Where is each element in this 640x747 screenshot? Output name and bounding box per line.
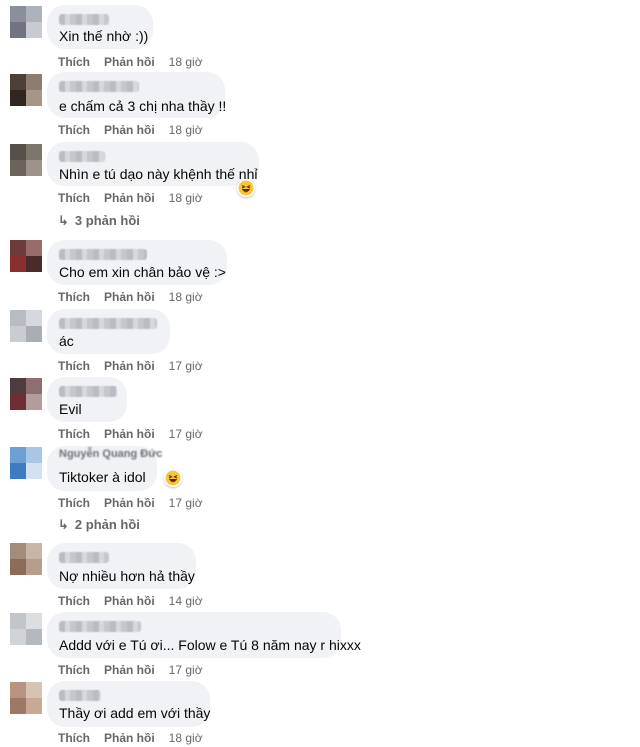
reply-button[interactable]: Phản hồi	[104, 427, 155, 441]
comment-bubble: e chấm cả 3 chị nha thầy !!	[47, 72, 227, 118]
like-button[interactable]: Thích	[58, 594, 90, 608]
avatar[interactable]	[10, 378, 42, 410]
reply-button[interactable]: Phản hồi	[104, 191, 155, 205]
comment-actions: Thích Phản hồi 17 giờ	[58, 427, 203, 441]
avatar[interactable]	[10, 682, 42, 714]
comment-timestamp[interactable]: 17 giờ	[169, 427, 203, 441]
comment-text: e chấm cả 3 chị nha thầy !!	[59, 98, 227, 114]
like-button[interactable]: Thích	[58, 731, 90, 745]
reply-button[interactable]: Phản hồi	[104, 290, 155, 304]
comment-timestamp[interactable]: 17 giờ	[169, 663, 203, 677]
reply-button[interactable]: Phản hồi	[104, 55, 155, 69]
avatar[interactable]	[10, 144, 42, 176]
commenter-name-blurred[interactable]	[59, 249, 147, 260]
comment-timestamp[interactable]: 18 giờ	[169, 731, 203, 745]
comment-timestamp[interactable]: 18 giờ	[169, 123, 203, 137]
comment-actions: Thích Phản hồi 17 giờ	[58, 359, 203, 373]
comment-actions: Thích Phản hồi 14 giờ	[58, 594, 203, 608]
commenter-name-blurred[interactable]	[59, 14, 109, 25]
comment-timestamp[interactable]: 18 giờ	[169, 290, 203, 304]
commenter-name-blurred[interactable]	[59, 386, 117, 397]
like-button[interactable]: Thích	[58, 359, 90, 373]
comment-actions: Thích Phản hồi 18 giờ	[58, 123, 203, 137]
comment-bubble: Xin thế nhờ :))	[47, 5, 153, 49]
reply-button[interactable]: Phản hồi	[104, 496, 155, 510]
commenter-name-blurred[interactable]	[59, 621, 141, 632]
like-button[interactable]: Thích	[58, 663, 90, 677]
comment-bubble: Thầy ơi add em với thầy	[47, 681, 210, 727]
commenter-name-blurred[interactable]	[59, 81, 139, 92]
comment-text: Cho em xin chân bảo vệ :>	[59, 264, 226, 280]
comment-actions: Thích Phản hồi 18 giờ	[58, 290, 203, 304]
avatar[interactable]	[10, 543, 42, 575]
reply-button[interactable]: Phản hồi	[104, 123, 155, 137]
like-button[interactable]: Thích	[58, 123, 90, 137]
comment-text: Nợ nhiều hơn hả thầy	[59, 568, 195, 584]
commenter-name-blurred[interactable]	[59, 318, 157, 329]
avatar[interactable]	[10, 6, 42, 38]
reply-button[interactable]: Phản hồi	[104, 359, 155, 373]
avatar[interactable]	[10, 447, 42, 479]
comment-text: Nhìn e tú dạo này khệnh thế nhỉ	[59, 166, 258, 182]
comment-bubble: Nợ nhiều hơn hả thầy	[47, 543, 196, 589]
reply-arrow-icon: ↳	[58, 213, 69, 228]
comment-bubble: ác	[47, 309, 170, 354]
comment-bubble: Evil	[47, 377, 127, 422]
commenter-name-blurred[interactable]	[59, 151, 105, 162]
commenter-name-partial[interactable]: Nguyễn Quang Đức	[59, 448, 162, 460]
view-replies-link[interactable]: ↳ 2 phản hồi	[58, 517, 140, 533]
comment-actions: Thích Phản hồi 18 giờ	[58, 191, 203, 205]
comment-actions: Thích Phản hồi 17 giờ	[58, 496, 203, 510]
commenter-name-blurred[interactable]	[59, 690, 101, 701]
comment-text: Xin thế nhờ :))	[59, 28, 149, 44]
comment-text: Thầy ơi add em với thầy	[59, 705, 211, 721]
laugh-emoji[interactable]	[164, 469, 182, 487]
comment-timestamp[interactable]: 17 giờ	[169, 359, 203, 373]
reply-button[interactable]: Phản hồi	[104, 663, 155, 677]
avatar[interactable]	[10, 74, 42, 106]
comment-bubble: Cho em xin chân bảo vệ :>	[47, 240, 227, 285]
comment-timestamp[interactable]: 18 giờ	[169, 191, 203, 205]
comment-actions: Thích Phản hồi 18 giờ	[58, 55, 203, 69]
comment-text: Addd với e Tú ơi... Folow e Tú 8 năm nay…	[59, 637, 361, 653]
replies-count: 3 phản hồi	[74, 213, 140, 228]
comment-bubble: Addd với e Tú ơi... Folow e Tú 8 năm nay…	[47, 612, 361, 658]
like-button[interactable]: Thích	[58, 496, 90, 510]
reply-button[interactable]: Phản hồi	[104, 594, 155, 608]
comment-timestamp[interactable]: 14 giờ	[169, 594, 203, 608]
reply-button[interactable]: Phản hồi	[104, 731, 155, 745]
comment-text: Evil	[59, 401, 82, 417]
laugh-emoji[interactable]	[237, 179, 255, 197]
comment-bubble: Nhìn e tú dạo này khệnh thế nhỉ	[47, 142, 259, 186]
avatar[interactable]	[10, 310, 42, 342]
reply-arrow-icon: ↳	[58, 517, 69, 532]
comment-bubble: Nguyễn Quang Đức Tiktoker à idol	[47, 446, 162, 491]
replies-count: 2 phản hồi	[74, 517, 140, 532]
comment-actions: Thích Phản hồi 18 giờ	[58, 731, 203, 745]
commenter-name-blurred[interactable]	[59, 552, 109, 563]
avatar[interactable]	[10, 240, 42, 272]
comment-actions: Thích Phản hồi 17 giờ	[58, 663, 203, 677]
view-replies-link[interactable]: ↳ 3 phản hồi	[58, 213, 140, 229]
like-button[interactable]: Thích	[58, 55, 90, 69]
like-button[interactable]: Thích	[58, 191, 90, 205]
like-button[interactable]: Thích	[58, 427, 90, 441]
like-button[interactable]: Thích	[58, 290, 90, 304]
comment-timestamp[interactable]: 18 giờ	[169, 55, 203, 69]
avatar[interactable]	[10, 613, 42, 645]
comment-timestamp[interactable]: 17 giờ	[169, 496, 203, 510]
comment-text: Tiktoker à idol	[59, 469, 146, 485]
comment-text: ác	[59, 333, 74, 349]
